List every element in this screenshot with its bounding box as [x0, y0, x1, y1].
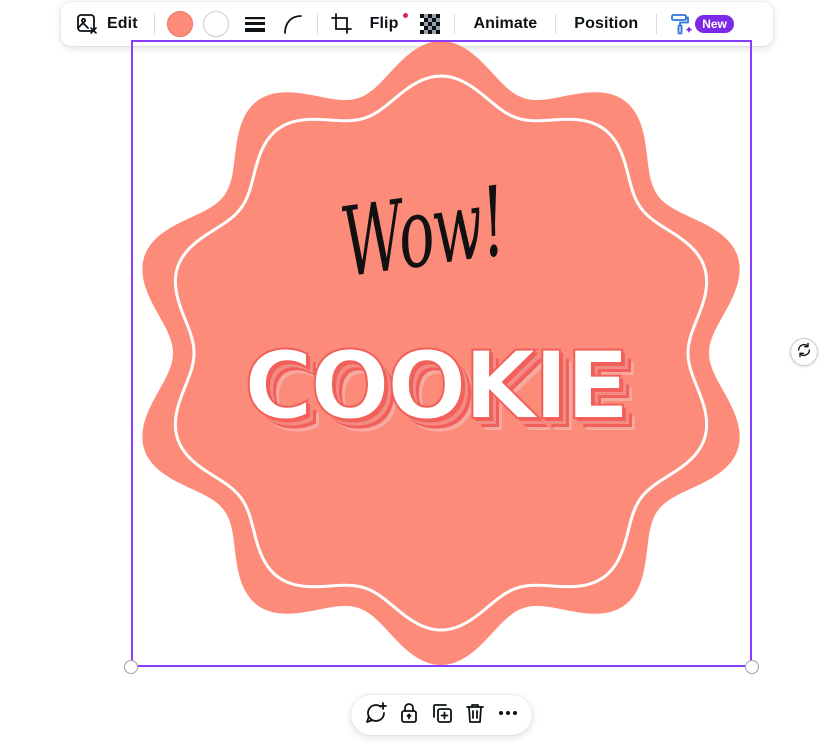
lock-icon: [397, 701, 421, 730]
transparency-button[interactable]: [418, 7, 442, 41]
notification-dot: [403, 13, 409, 18]
border-style-button[interactable]: [243, 7, 267, 41]
transparency-icon: [418, 12, 442, 36]
copy-style-button[interactable]: New: [669, 7, 734, 41]
corner-rounding-button[interactable]: [281, 7, 305, 41]
flip-button[interactable]: Flip: [369, 7, 409, 41]
resize-handle-bottom-right[interactable]: [745, 660, 759, 674]
paint-roller-icon: [669, 12, 693, 36]
rotate-icon: [796, 342, 812, 363]
edit-button[interactable]: Edit: [71, 7, 142, 41]
primary-color-button[interactable]: [166, 7, 193, 41]
add-comment-button[interactable]: [361, 700, 391, 730]
divider: [153, 14, 155, 34]
corner-rounding-icon: [281, 12, 305, 36]
delete-button[interactable]: [460, 700, 490, 730]
duplicate-button[interactable]: [427, 700, 457, 730]
comment-add-icon: [364, 701, 388, 730]
secondary-color-button[interactable]: [202, 7, 229, 41]
divider: [555, 14, 557, 34]
animate-button[interactable]: Animate: [467, 7, 543, 41]
more-options-button[interactable]: [493, 700, 523, 730]
crop-icon: [330, 12, 354, 36]
divider: [454, 14, 456, 34]
position-button[interactable]: Position: [568, 7, 644, 41]
image-edit-icon: [75, 12, 99, 36]
position-label: Position: [574, 15, 639, 32]
divider: [316, 14, 318, 34]
border-style-icon: [243, 12, 267, 36]
quick-actions-bar: [351, 695, 532, 735]
new-badge: New: [695, 15, 734, 33]
lock-button[interactable]: [394, 700, 424, 730]
crop-button[interactable]: [330, 7, 354, 41]
edit-label: Edit: [107, 15, 138, 32]
divider: [656, 14, 658, 34]
rotate-button[interactable]: [790, 338, 818, 366]
resize-handle-bottom-left[interactable]: [124, 660, 138, 674]
more-icon: [496, 701, 520, 730]
secondary-color-swatch: [202, 11, 229, 37]
duplicate-icon: [430, 701, 454, 730]
animate-label: Animate: [473, 15, 538, 32]
primary-color-swatch: [166, 11, 193, 37]
flip-label: Flip: [369, 15, 399, 32]
trash-icon: [463, 701, 487, 730]
selection-frame: [131, 40, 752, 667]
